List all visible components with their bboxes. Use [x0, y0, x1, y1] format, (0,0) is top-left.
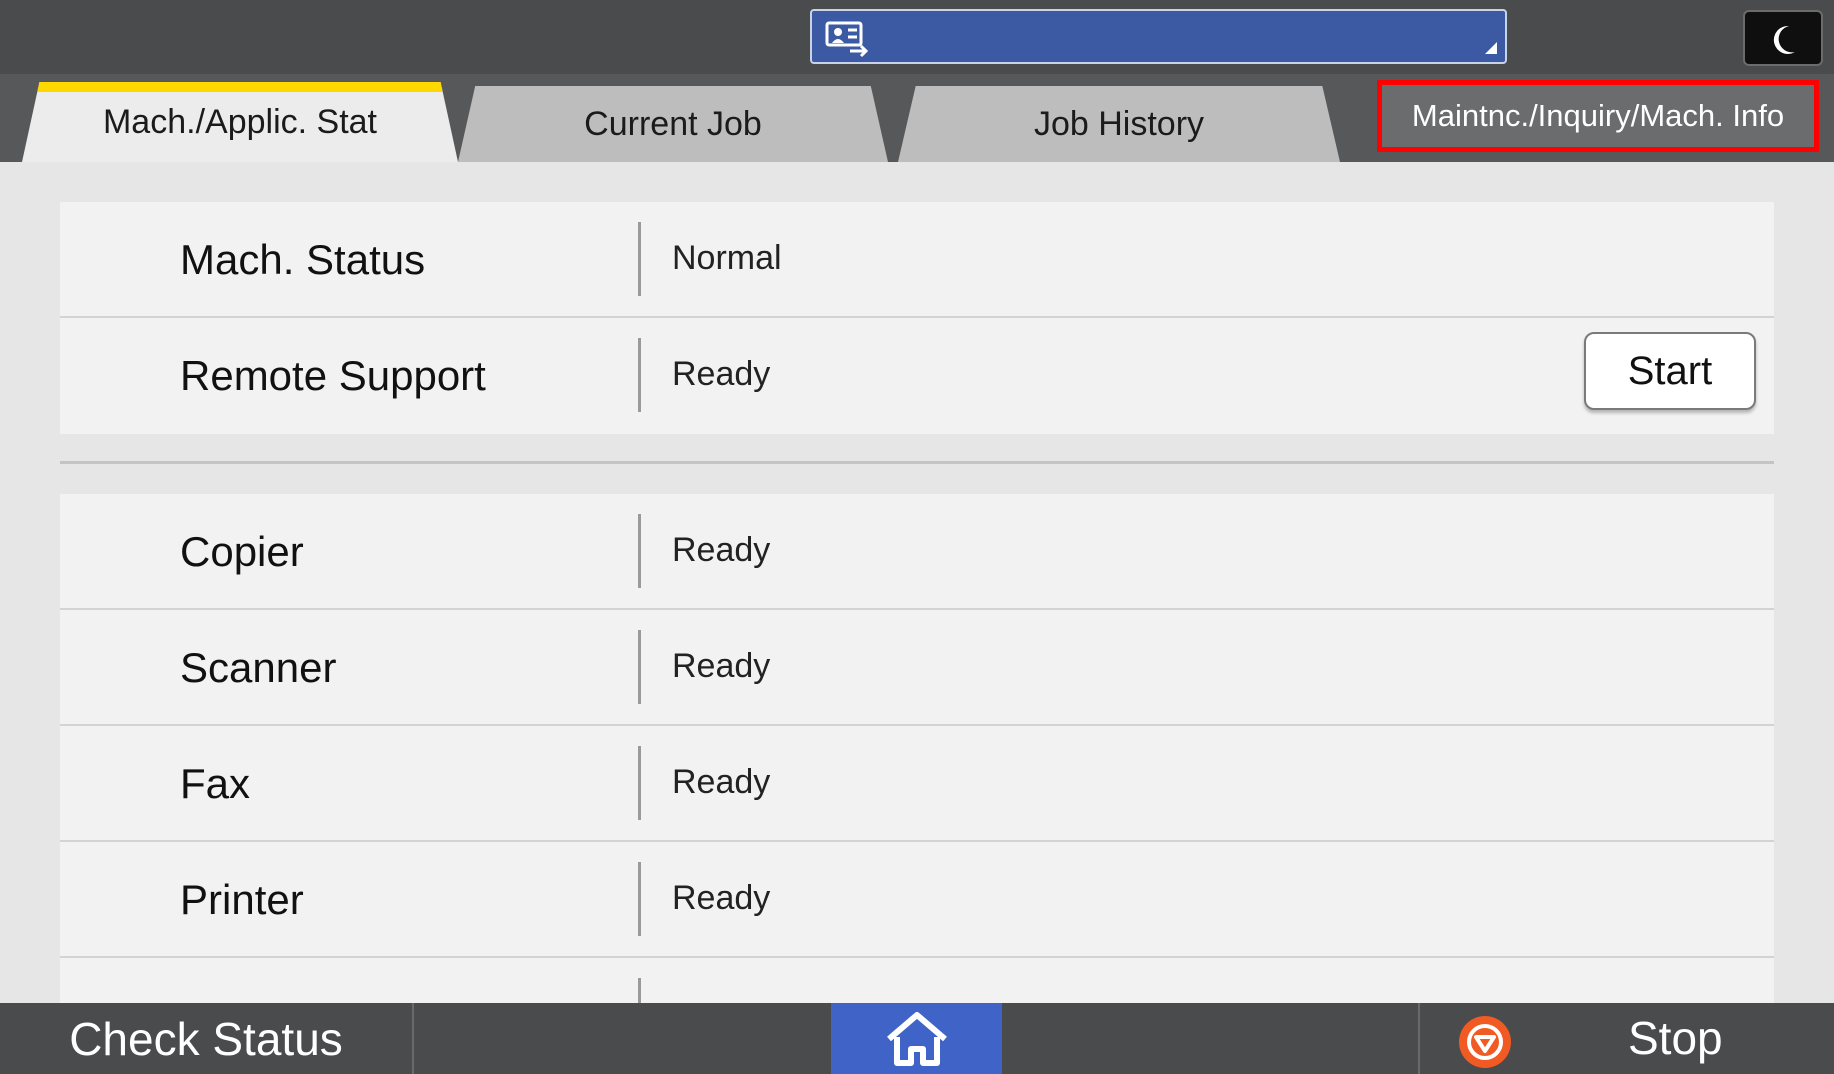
- tab-job-history[interactable]: Job History: [898, 86, 1340, 162]
- tab-label: Current Job: [584, 104, 762, 143]
- tab-label: Job History: [1033, 104, 1205, 143]
- tab-strip: Mach./Applic. Stat Current Job Job Histo…: [0, 74, 1834, 162]
- row-label: Fax: [180, 760, 251, 807]
- row-value: Ready: [672, 647, 771, 685]
- row-value: Ready: [672, 531, 771, 569]
- row-label: Remote Support: [180, 352, 486, 399]
- row-divider: [638, 978, 641, 1003]
- tab-label: Mach./Applic. Stat: [102, 102, 377, 141]
- row-value: Ready: [672, 763, 771, 801]
- status-row-copier: Copier Ready: [60, 494, 1774, 610]
- remote-support-start-button[interactable]: Start: [1584, 332, 1756, 410]
- stop-icon: [1458, 1015, 1512, 1069]
- home-button[interactable]: [831, 1003, 1002, 1074]
- status-row-remote-support: Remote Support Ready Start: [60, 318, 1774, 434]
- bottom-bar: Check Status Stop: [0, 1003, 1834, 1074]
- row-divider: [638, 222, 641, 296]
- status-row-partial: [60, 958, 1774, 1003]
- energy-saver-button[interactable]: [1743, 10, 1823, 66]
- tab-label: Maintnc./Inquiry/Mach. Info: [1411, 98, 1785, 133]
- stop-label: Stop: [1628, 1012, 1723, 1064]
- section-separator: [60, 461, 1774, 464]
- status-group-machine: Mach. Status Normal Remote Support Ready…: [60, 202, 1774, 434]
- tab-current-job[interactable]: Current Job: [458, 86, 888, 162]
- row-label: Copier: [180, 528, 304, 575]
- status-row-printer: Printer Ready: [60, 842, 1774, 958]
- status-row-mach-status: Mach. Status Normal: [60, 202, 1774, 318]
- row-divider: [638, 862, 641, 936]
- stop-button[interactable]: Stop: [1418, 1003, 1834, 1074]
- top-bar: [0, 0, 1834, 74]
- row-divider: [638, 338, 641, 412]
- status-row-fax: Fax Ready: [60, 726, 1774, 842]
- home-icon: [887, 1012, 947, 1066]
- row-value: Normal: [672, 239, 782, 277]
- check-status-button[interactable]: Check Status: [0, 1003, 414, 1074]
- status-group-functions: Copier Ready Scanner Ready Fax Ready Pri…: [60, 494, 1774, 1003]
- row-divider: [638, 746, 641, 820]
- user-login-selector[interactable]: [810, 9, 1507, 64]
- status-row-scanner: Scanner Ready: [60, 610, 1774, 726]
- tab-maintnc-inquiry-mach-info[interactable]: Maintnc./Inquiry/Mach. Info: [1377, 80, 1819, 152]
- row-value: Ready: [672, 355, 771, 393]
- login-user-icon: [824, 19, 874, 59]
- tab-mach-applic-stat[interactable]: Mach./Applic. Stat: [22, 82, 458, 162]
- row-label: Printer: [180, 876, 304, 923]
- dropdown-corner-icon: [1485, 42, 1497, 54]
- row-divider: [638, 514, 641, 588]
- row-divider: [638, 630, 641, 704]
- row-value: Ready: [672, 879, 771, 917]
- moon-icon: [1773, 25, 1795, 54]
- row-label: Mach. Status: [180, 236, 426, 283]
- row-label: Scanner: [180, 644, 337, 691]
